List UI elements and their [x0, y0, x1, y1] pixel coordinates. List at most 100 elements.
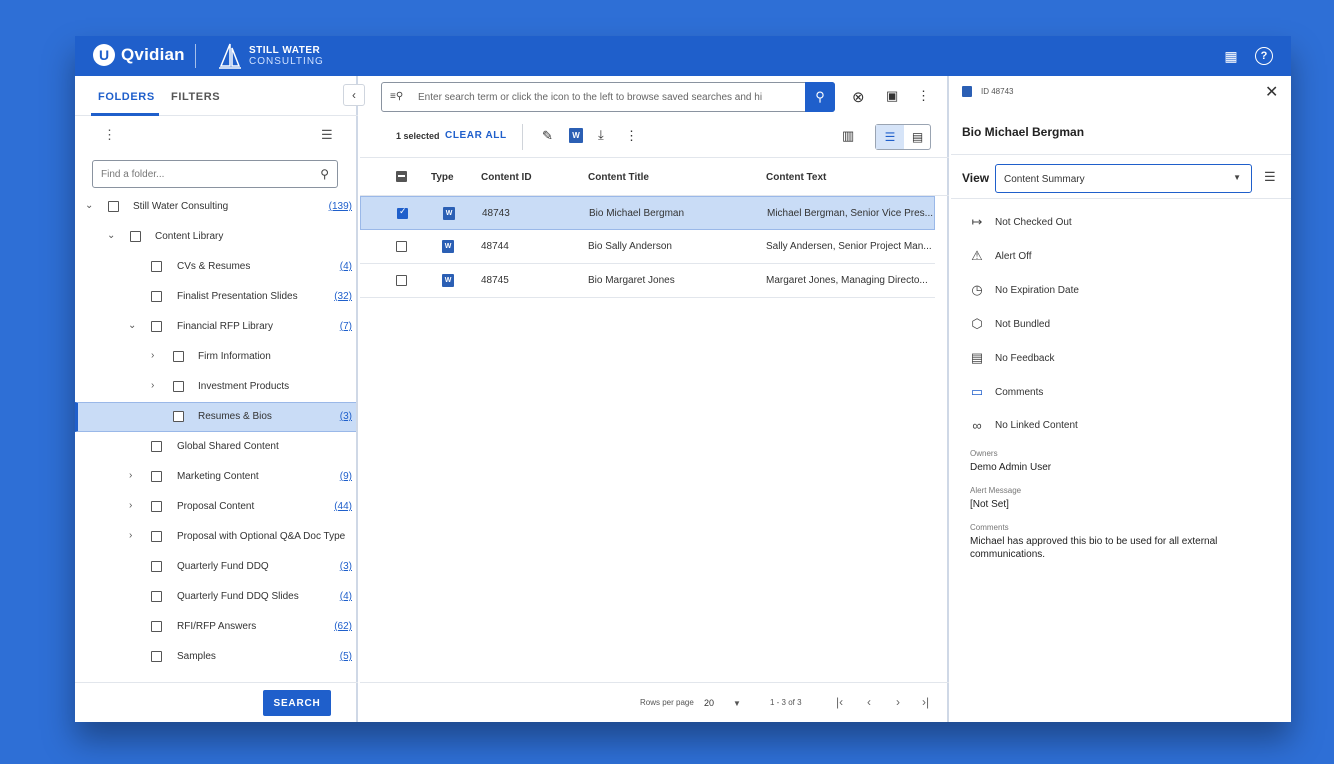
clear-search-icon[interactable]: ⊗ [852, 88, 865, 106]
search-button[interactable]: SEARCH [263, 690, 331, 716]
folder-checkbox[interactable] [151, 261, 162, 272]
clear-all-button[interactable]: CLEAR ALL [445, 130, 507, 141]
folder-count[interactable]: (4) [340, 261, 352, 272]
folder-count[interactable]: (32) [334, 291, 352, 302]
alert-message-value: [Not Set] [970, 499, 1009, 510]
row-checkbox[interactable] [396, 275, 407, 286]
tree-item[interactable]: › Firm Information [75, 342, 356, 372]
close-icon[interactable]: ✕ [1265, 82, 1278, 102]
tree-item[interactable]: RFI/RFP Answers (62) [75, 612, 356, 642]
folder-checkbox[interactable] [151, 561, 162, 572]
folder-checkbox[interactable] [151, 291, 162, 302]
folder-checkbox[interactable] [108, 201, 119, 212]
folder-checkbox[interactable] [130, 231, 141, 242]
folder-count[interactable]: (139) [329, 201, 352, 212]
saved-searches-icon[interactable]: ≡⚲ [390, 91, 403, 102]
folder-checkbox[interactable] [173, 411, 184, 422]
prev-page-icon[interactable]: ‹ [867, 695, 871, 709]
folder-checkbox[interactable] [151, 471, 162, 482]
last-page-icon[interactable]: ›| [922, 695, 929, 709]
chevron-right-icon[interactable]: › [129, 470, 132, 481]
folder-count[interactable]: (3) [340, 411, 352, 422]
folder-count[interactable]: (7) [340, 321, 352, 332]
tree-item[interactable]: Samples (5) [75, 642, 356, 672]
tune-icon[interactable]: ☰ [1264, 169, 1276, 185]
tree-item[interactable]: CVs & Resumes (4) [75, 252, 356, 282]
folder-count[interactable]: (5) [340, 651, 352, 662]
rows-per-page-dropdown-icon[interactable]: ▼ [733, 699, 741, 708]
tune-icon[interactable]: ☰ [321, 127, 333, 143]
next-page-icon[interactable]: › [896, 695, 900, 709]
search-submit-button[interactable]: ⚲ [805, 82, 835, 112]
tree-item[interactable]: › Marketing Content (9) [75, 462, 356, 492]
column-header-content-id[interactable]: Content ID [481, 172, 532, 183]
table-row[interactable]: W 48744 Bio Sally Anderson Sally Anderse… [360, 230, 935, 264]
folder-checkbox[interactable] [173, 351, 184, 362]
tree-item[interactable]: Quarterly Fund DDQ (3) [75, 552, 356, 582]
download-icon[interactable]: ⤓ [598, 127, 604, 143]
column-header-content-title[interactable]: Content Title [588, 172, 649, 183]
folder-checkbox[interactable] [151, 621, 162, 632]
folder-checkbox[interactable] [151, 321, 162, 332]
card-view-icon[interactable]: ▤ [904, 125, 931, 149]
building-icon[interactable]: ▦ [1222, 47, 1240, 65]
status-comments[interactable]: ▭ Comments [969, 384, 1044, 400]
tree-item[interactable]: ⌄ Still Water Consulting (139) [75, 192, 356, 222]
folder-count[interactable]: (9) [340, 471, 352, 482]
table-row[interactable]: W 48743 Bio Michael Bergman Michael Berg… [360, 196, 935, 230]
folder-count[interactable]: (3) [340, 561, 352, 572]
results-panel: ≡⚲ Enter search term or click the icon t… [360, 76, 949, 722]
table-row[interactable]: W 48745 Bio Margaret Jones Margaret Jone… [360, 264, 935, 298]
tab-folders[interactable]: FOLDERS [98, 91, 155, 103]
select-all-checkbox[interactable] [396, 171, 407, 182]
rows-per-page-value[interactable]: 20 [704, 698, 714, 708]
tab-filters[interactable]: FILTERS [171, 91, 220, 103]
first-page-icon[interactable]: |‹ [836, 695, 843, 709]
folder-checkbox[interactable] [151, 501, 162, 512]
tree-item[interactable]: Global Shared Content [75, 432, 356, 462]
tree-item[interactable]: › Investment Products [75, 372, 356, 402]
chevron-right-icon[interactable]: › [151, 380, 154, 391]
search-icon[interactable]: ⚲ [320, 167, 329, 181]
tree-item-selected[interactable]: Resumes & Bios (3) [75, 402, 356, 432]
folder-count[interactable]: (62) [334, 621, 352, 632]
chevron-right-icon[interactable]: › [129, 500, 132, 511]
more-vert-icon[interactable]: ⋮ [103, 127, 116, 143]
tree-item[interactable]: Finalist Presentation Slides (32) [75, 282, 356, 312]
row-checkbox[interactable] [397, 206, 408, 219]
folder-checkbox[interactable] [151, 441, 162, 452]
folder-count[interactable]: (4) [340, 591, 352, 602]
edit-icon[interactable]: ✎ [542, 128, 553, 144]
folder-count[interactable]: (44) [334, 501, 352, 512]
chevron-down-icon[interactable]: ⌄ [107, 230, 115, 241]
folder-checkbox[interactable] [151, 531, 162, 542]
chevron-down-icon[interactable]: ⌄ [128, 320, 136, 331]
view-select[interactable]: Content Summary ▼ [995, 164, 1252, 193]
folder-label: Resumes & Bios [198, 411, 272, 422]
tree-item[interactable]: ⌄ Financial RFP Library (7) [75, 312, 356, 342]
tree-item[interactable]: ⌄ Content Library [75, 222, 356, 252]
more-vert-icon[interactable]: ⋮ [625, 128, 638, 144]
folder-checkbox[interactable] [151, 591, 162, 602]
list-view-icon[interactable]: ☰ [876, 125, 904, 149]
tree-item[interactable]: › Proposal with Optional Q&A Doc Type [75, 522, 356, 552]
save-search-icon[interactable]: ▣ [886, 88, 898, 104]
find-folder-input[interactable]: Find a folder... ⚲ [92, 160, 338, 188]
column-header-type[interactable]: Type [431, 172, 454, 183]
row-checkbox[interactable] [396, 241, 407, 252]
columns-icon[interactable]: ▥ [842, 128, 854, 144]
chevron-right-icon[interactable]: › [129, 530, 132, 541]
folder-checkbox[interactable] [151, 651, 162, 662]
brand-name: Qvidian [121, 45, 185, 64]
more-vert-icon[interactable]: ⋮ [917, 88, 930, 104]
column-header-content-text[interactable]: Content Text [766, 172, 826, 183]
folder-checkbox[interactable] [173, 381, 184, 392]
chevron-down-icon[interactable]: ⌄ [85, 200, 93, 211]
owners-value: Demo Admin User [970, 462, 1052, 473]
word-export-icon[interactable]: W [569, 128, 583, 143]
content-search-input[interactable]: ≡⚲ Enter search term or click the icon t… [381, 82, 835, 112]
chevron-right-icon[interactable]: › [151, 350, 154, 361]
tree-item[interactable]: › Proposal Content (44) [75, 492, 356, 522]
tree-item[interactable]: Quarterly Fund DDQ Slides (4) [75, 582, 356, 612]
help-icon[interactable]: ? [1255, 47, 1273, 65]
